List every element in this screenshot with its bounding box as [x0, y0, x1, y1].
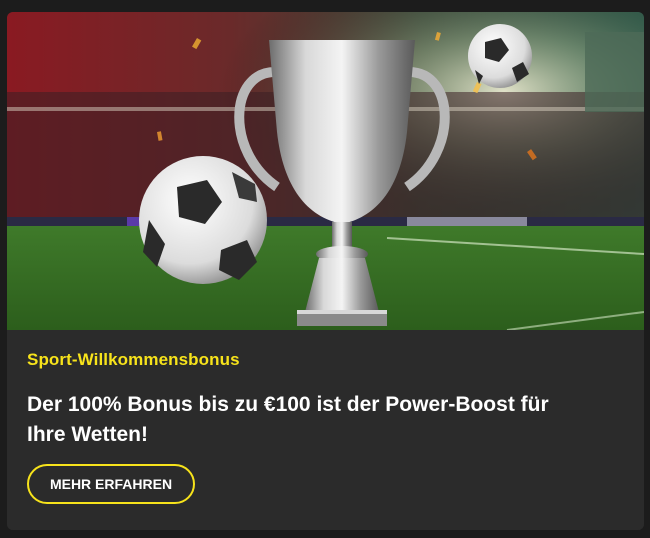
hero-image — [7, 12, 644, 330]
promo-kicker: Sport-Willkommensbonus — [27, 350, 240, 369]
learn-more-button[interactable]: MEHR ERFAHREN — [27, 464, 195, 504]
soccer-ball-icon — [139, 156, 267, 284]
promo-headline: Der 100% Bonus bis zu €100 ist der Power… — [27, 393, 549, 446]
promo-card[interactable]: Sport-Willkommensbonus Der 100% Bonus bi… — [7, 12, 644, 530]
promo-content: Sport-Willkommensbonus Der 100% Bonus bi… — [7, 330, 644, 530]
